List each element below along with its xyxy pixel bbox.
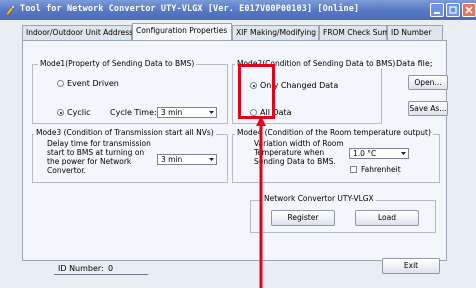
annotation-highlight-box <box>238 64 275 119</box>
id-number-underline <box>54 274 148 275</box>
mode4-description-line3: Sending Data to BMS. <box>254 157 336 166</box>
event-driven-label: Event Driven <box>67 79 119 88</box>
chevron-down-icon <box>401 152 406 155</box>
mode3-description-line2: start to BMS at turning on <box>47 148 145 157</box>
close-button[interactable] <box>462 3 476 17</box>
load-button[interactable]: Load <box>355 210 419 226</box>
annotation-arrow-icon <box>256 116 266 288</box>
cycle-time-value: 3 min <box>161 108 183 117</box>
open-button[interactable]: Open... <box>408 75 448 90</box>
chevron-down-icon <box>209 158 214 161</box>
mode1-title: Mode1(Property of Sending Data to BMS) <box>38 59 197 68</box>
cyclic-radio[interactable] <box>57 109 64 116</box>
delay-time-value: 3 min <box>161 155 183 164</box>
tab-label: XIF Making/Modifying <box>236 28 317 37</box>
maximize-button[interactable] <box>446 3 460 17</box>
fahrenheit-checkbox[interactable] <box>350 166 357 173</box>
tab-label: FROM Check Sum <box>323 28 390 37</box>
cycle-time-label: Cycle Time: <box>110 108 157 117</box>
tab-xif-making-modifying[interactable]: XIF Making/Modifying <box>232 25 319 40</box>
temperature-width-select[interactable]: 1.0 °C <box>349 148 409 159</box>
temperature-width-value: 1.0 °C <box>353 149 377 158</box>
tab-from-check-sum[interactable]: FROM Check Sum <box>319 25 390 40</box>
window-title: Tool for Network Convertor UTY-VLGX [Ver… <box>20 4 360 14</box>
fahrenheit-label: Fahrenheit <box>361 165 401 174</box>
event-driven-radio[interactable] <box>57 80 64 87</box>
delay-time-select[interactable]: 3 min <box>157 154 217 165</box>
title-bar: Tool for Network Convertor UTY-VLGX [Ver… <box>0 0 476 20</box>
cycle-time-select[interactable]: 3 min <box>157 107 217 118</box>
minimize-button[interactable] <box>430 3 444 17</box>
mode4-description-line1: Variation width of Room <box>254 139 344 148</box>
register-button[interactable]: Register <box>271 210 335 226</box>
exit-button[interactable]: Exit <box>382 258 440 274</box>
tab-id-number[interactable]: ID Number <box>387 25 443 40</box>
id-number-label: ID Number: <box>58 264 104 273</box>
close-icon <box>465 6 473 14</box>
mode3-description-line1: Delay time for transmission <box>47 139 151 148</box>
mode3-description-line3: the power for Network <box>47 157 132 166</box>
chevron-down-icon <box>209 111 214 114</box>
mode3-title: Mode3 (Condition of Transmission start a… <box>34 128 216 137</box>
maximize-icon <box>449 6 457 14</box>
id-number-value: 0 <box>108 264 114 273</box>
save-as-button[interactable]: Save As... <box>408 101 448 116</box>
tab-configuration-properties[interactable]: Configuration Properties <box>132 23 232 41</box>
data-file-label: Data file; <box>396 59 433 68</box>
minimize-icon <box>434 12 440 14</box>
tab-label: Indoor/Outdoor Unit Address <box>26 28 134 37</box>
app-icon <box>5 5 15 16</box>
tab-label: ID Number <box>391 28 432 37</box>
tab-indoor-outdoor-unit-address[interactable]: Indoor/Outdoor Unit Address <box>22 25 134 40</box>
network-convertor-title: Network Convertor UTY-VLGX <box>262 194 376 203</box>
cyclic-label: Cyclic <box>67 108 91 117</box>
mode3-description-line4: Convertor. <box>47 166 87 175</box>
id-number-display: ID Number: 0 <box>30 261 150 275</box>
tab-label: Configuration Properties <box>136 26 228 35</box>
